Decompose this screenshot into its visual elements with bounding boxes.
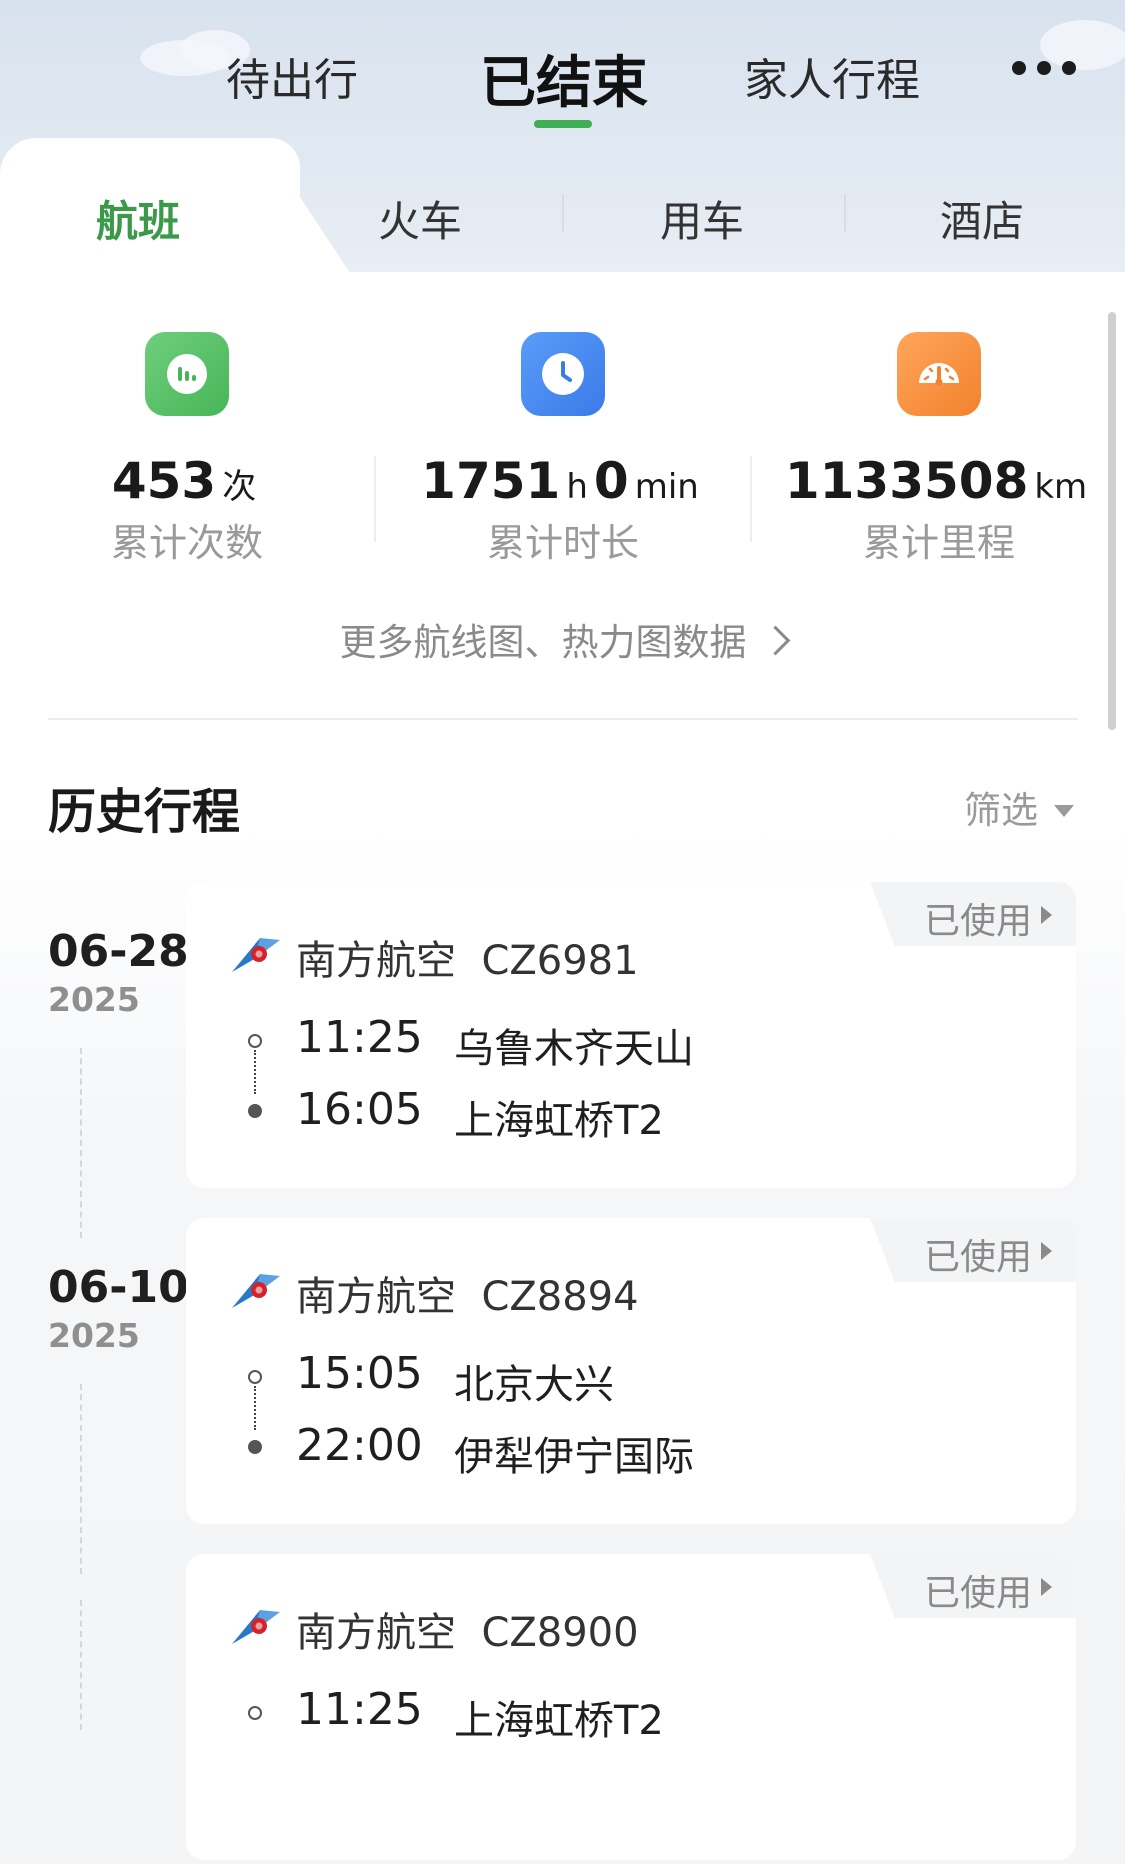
arrival-time: 22:00 [296, 1420, 423, 1471]
departure-station: 上海虹桥T2 [454, 1698, 664, 1744]
departure-station: 北京大兴 [454, 1362, 614, 1408]
category-tab-bar: 航班 火车 用车 酒店 [0, 138, 1125, 288]
stat-value: 453 次 [0, 452, 374, 510]
departure-time: 15:05 [296, 1348, 423, 1399]
category-tab-car[interactable]: 用车 [660, 188, 744, 249]
caret-right-icon [1041, 1242, 1052, 1260]
scrollbar[interactable] [1108, 312, 1116, 730]
duration-hours-unit: h [566, 467, 588, 507]
status-label: 已使用 [923, 1237, 1032, 1278]
tab-family-trips[interactable]: 家人行程 [744, 44, 920, 108]
top-tab-bar: 待出行 已结束 家人行程 [0, 0, 1125, 140]
bar-chart-icon [145, 332, 229, 416]
tab-divider [844, 194, 846, 232]
more-route-map-label: 更多航线图、热力图数据 [339, 621, 747, 664]
filter-button[interactable]: 筛选 [964, 780, 1074, 834]
arrival-station: 上海虹桥T2 [454, 1098, 664, 1144]
category-tab-flight[interactable]: 航班 [96, 188, 180, 249]
flight-number: CZ6981 [481, 938, 639, 984]
arrival-time: 16:05 [296, 1084, 423, 1135]
airline-flight: 南方航空 CZ8900 [296, 1600, 639, 1658]
airline-flight: 南方航空 CZ8894 [296, 1264, 639, 1322]
departure-station: 乌鲁木齐天山 [454, 1026, 694, 1072]
caret-right-icon [1041, 1578, 1052, 1596]
trip-year: 2025 [48, 980, 140, 1019]
speedometer-icon [897, 332, 981, 416]
airline-name: 南方航空 [296, 1610, 456, 1656]
history-title: 历史行程 [48, 784, 241, 840]
trip-item: 已使用 南方航空 CZ8900 11:25 上海虹桥T2 [0, 1554, 1125, 1864]
timeline-dashed-line [80, 1048, 82, 1238]
tab-upcoming[interactable]: 待出行 [226, 44, 358, 108]
clock-icon [521, 332, 605, 416]
chevron-right-icon [760, 625, 790, 656]
stat-total-distance: 1133508 km 累计里程 [752, 272, 1125, 572]
more-route-map-link[interactable]: 更多航线图、热力图数据 [0, 612, 1125, 666]
stat-trip-count: 453 次 累计次数 [0, 272, 374, 572]
trip-item: 06-28 2025 已使用 南方航空 CZ6981 11:25 乌鲁木齐天山 … [0, 882, 1125, 1238]
caret-down-icon [1054, 805, 1074, 817]
distance-label: 累计里程 [862, 521, 1015, 565]
trip-date: 06-10 [48, 1262, 189, 1313]
duration-minutes-unit: min [634, 467, 699, 507]
arrival-dot-icon [248, 1104, 262, 1118]
trip-card[interactable]: 已使用 南方航空 CZ6981 11:25 乌鲁木齐天山 16:05 上海虹桥T… [186, 882, 1076, 1188]
departure-time: 11:25 [296, 1012, 423, 1063]
airline-name: 南方航空 [296, 938, 456, 984]
china-southern-logo-icon [232, 1274, 280, 1308]
status-label: 已使用 [923, 901, 1032, 942]
china-southern-logo-icon [232, 938, 280, 972]
timeline-dashed-line [80, 1600, 82, 1730]
route-dotted-line [254, 1386, 256, 1430]
trip-count-value: 453 [111, 452, 217, 510]
departure-dot-icon [248, 1370, 262, 1384]
trip-card[interactable]: 已使用 南方航空 CZ8900 11:25 上海虹桥T2 [186, 1554, 1076, 1860]
stat-value: 1751 h 0 min [376, 452, 750, 510]
flight-content-panel: 453 次 累计次数 1751 h 0 min 累计时长 1133508 km … [0, 272, 1125, 1860]
flight-number: CZ8894 [481, 1274, 639, 1320]
active-category-background [250, 138, 360, 288]
category-tab-train[interactable]: 火车 [378, 188, 462, 249]
section-divider [48, 718, 1078, 720]
duration-minutes-value: 0 [593, 452, 629, 510]
airline-flight: 南方航空 CZ6981 [296, 928, 639, 986]
status-label: 已使用 [923, 1573, 1032, 1614]
stat-value: 1133508 km [752, 452, 1125, 510]
arrival-dot-icon [248, 1440, 262, 1454]
duration-label: 累计时长 [486, 521, 639, 565]
airline-name: 南方航空 [296, 1274, 456, 1320]
departure-dot-icon [248, 1706, 262, 1720]
tab-divider [562, 194, 564, 232]
duration-hours-value: 1751 [421, 452, 561, 510]
filter-label: 筛选 [964, 789, 1038, 832]
active-tab-indicator [534, 120, 592, 128]
trip-count-unit: 次 [222, 467, 257, 507]
flight-number: CZ8900 [481, 1610, 639, 1656]
departure-time: 11:25 [296, 1684, 423, 1735]
caret-right-icon [1041, 906, 1052, 924]
trip-date: 06-28 [48, 926, 189, 977]
departure-dot-icon [248, 1034, 262, 1048]
trip-item: 06-10 2025 已使用 南方航空 CZ8894 15:05 北京大兴 22… [0, 1218, 1125, 1574]
distance-value: 1133508 [784, 452, 1029, 510]
route-dotted-line [254, 1050, 256, 1094]
timeline-dashed-line [80, 1384, 82, 1574]
distance-unit: km [1034, 467, 1088, 507]
more-icon[interactable] [1012, 60, 1076, 76]
trip-card[interactable]: 已使用 南方航空 CZ8894 15:05 北京大兴 22:00 伊犁伊宁国际 [186, 1218, 1076, 1524]
trip-year: 2025 [48, 1316, 140, 1355]
china-southern-logo-icon [232, 1610, 280, 1644]
trip-count-label: 累计次数 [110, 521, 263, 565]
stat-total-duration: 1751 h 0 min 累计时长 [376, 272, 750, 572]
tab-finished[interactable]: 已结束 [480, 38, 648, 119]
category-tab-hotel[interactable]: 酒店 [940, 188, 1024, 249]
arrival-station: 伊犁伊宁国际 [454, 1434, 694, 1480]
